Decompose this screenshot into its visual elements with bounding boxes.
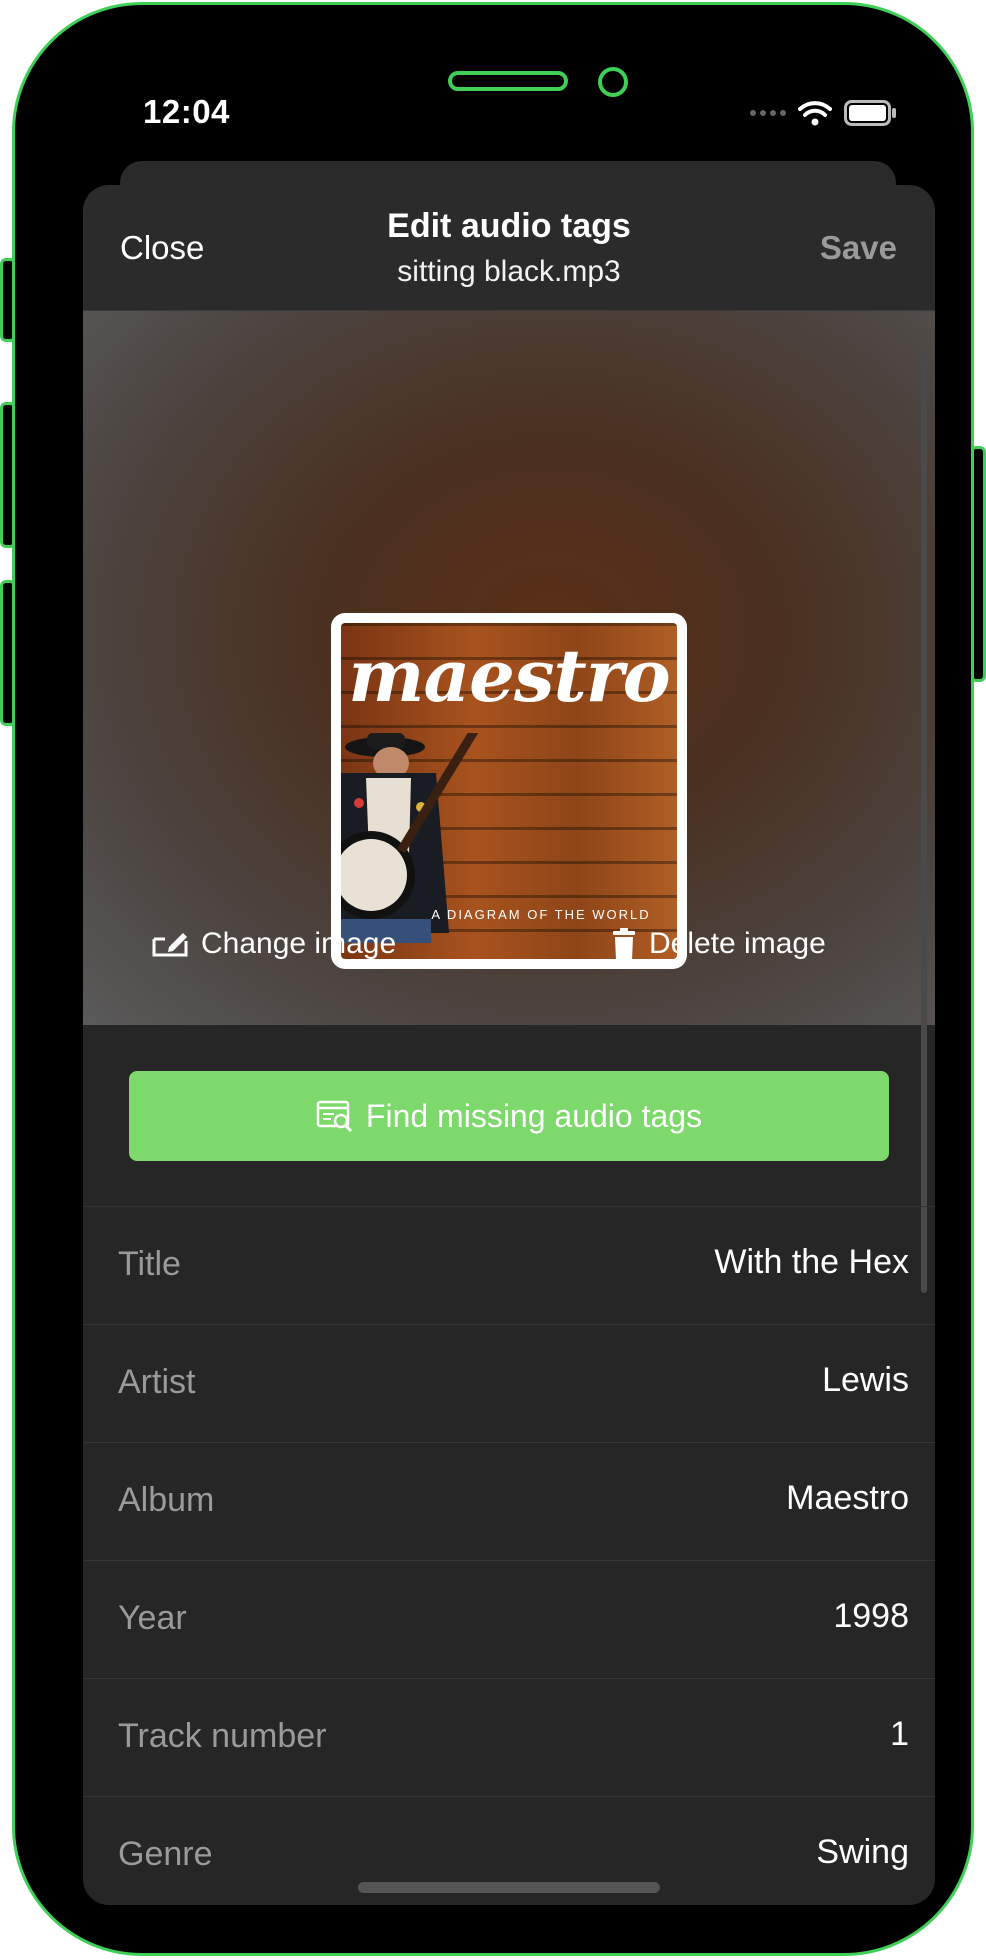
- phone-frame: 12:04 Close Edit audio tags sitting blac…: [12, 2, 974, 1956]
- navigation-bar: Close Edit audio tags sitting black.mp3 …: [83, 185, 935, 311]
- field-value[interactable]: 1998: [833, 1597, 909, 1636]
- artwork-section: maestro A DIAGRAM OF THE WORLD Change im…: [83, 311, 935, 1025]
- edit-image-icon: [152, 933, 188, 957]
- status-icons: [750, 100, 898, 126]
- find-missing-tags-button[interactable]: Find missing audio tags: [129, 1071, 889, 1161]
- search-tags-icon: [316, 1100, 352, 1132]
- field-row-track-number[interactable]: Track number 1: [83, 1679, 935, 1797]
- field-row-album[interactable]: Album Maestro: [83, 1443, 935, 1561]
- album-cover-image: maestro A DIAGRAM OF THE WORLD: [341, 623, 677, 959]
- status-time: 12:04: [143, 93, 230, 130]
- wifi-icon: [798, 101, 832, 126]
- field-row-title[interactable]: Title With the Hex: [83, 1207, 935, 1325]
- save-button[interactable]: Save: [820, 229, 897, 267]
- field-value[interactable]: Maestro: [786, 1479, 909, 1518]
- field-value[interactable]: Lewis: [822, 1361, 909, 1400]
- scroll-indicator: [921, 353, 927, 1293]
- field-label: Artist: [118, 1363, 196, 1401]
- change-image-label: Change image: [201, 927, 397, 960]
- tag-fields-list: Title With the Hex Artist Lewis Album Ma…: [83, 1207, 935, 1905]
- trash-icon: [613, 928, 635, 960]
- signal-icon: [750, 110, 786, 116]
- field-row-year[interactable]: Year 1998: [83, 1561, 935, 1679]
- file-name: sitting black.mp3: [397, 255, 621, 288]
- field-label: Year: [118, 1599, 187, 1637]
- field-label: Album: [118, 1481, 215, 1519]
- field-label: Genre: [118, 1835, 213, 1873]
- find-missing-tags-label: Find missing audio tags: [365, 1097, 703, 1134]
- delete-image-label: Delete image: [649, 927, 826, 960]
- field-label: Track number: [118, 1717, 327, 1755]
- field-value[interactable]: Swing: [816, 1833, 909, 1872]
- delete-image-button[interactable]: Delete image: [611, 927, 826, 961]
- field-value[interactable]: 1: [890, 1715, 909, 1754]
- front-camera: [598, 67, 628, 97]
- speaker-grille: [448, 71, 568, 91]
- battery-icon: [844, 100, 896, 126]
- cover-subtitle: A DIAGRAM OF THE WORLD: [431, 907, 651, 922]
- change-image-button[interactable]: Change image: [151, 927, 396, 961]
- edit-tags-sheet: Close Edit audio tags sitting black.mp3 …: [83, 185, 935, 1905]
- field-value[interactable]: With the Hex: [714, 1243, 909, 1282]
- field-label: Title: [118, 1245, 181, 1283]
- home-indicator[interactable]: [358, 1882, 660, 1893]
- page-title: Edit audio tags: [387, 207, 631, 245]
- album-artwork[interactable]: maestro A DIAGRAM OF THE WORLD: [331, 613, 687, 969]
- cover-title: maestro: [348, 633, 670, 718]
- field-row-artist[interactable]: Artist Lewis: [83, 1325, 935, 1443]
